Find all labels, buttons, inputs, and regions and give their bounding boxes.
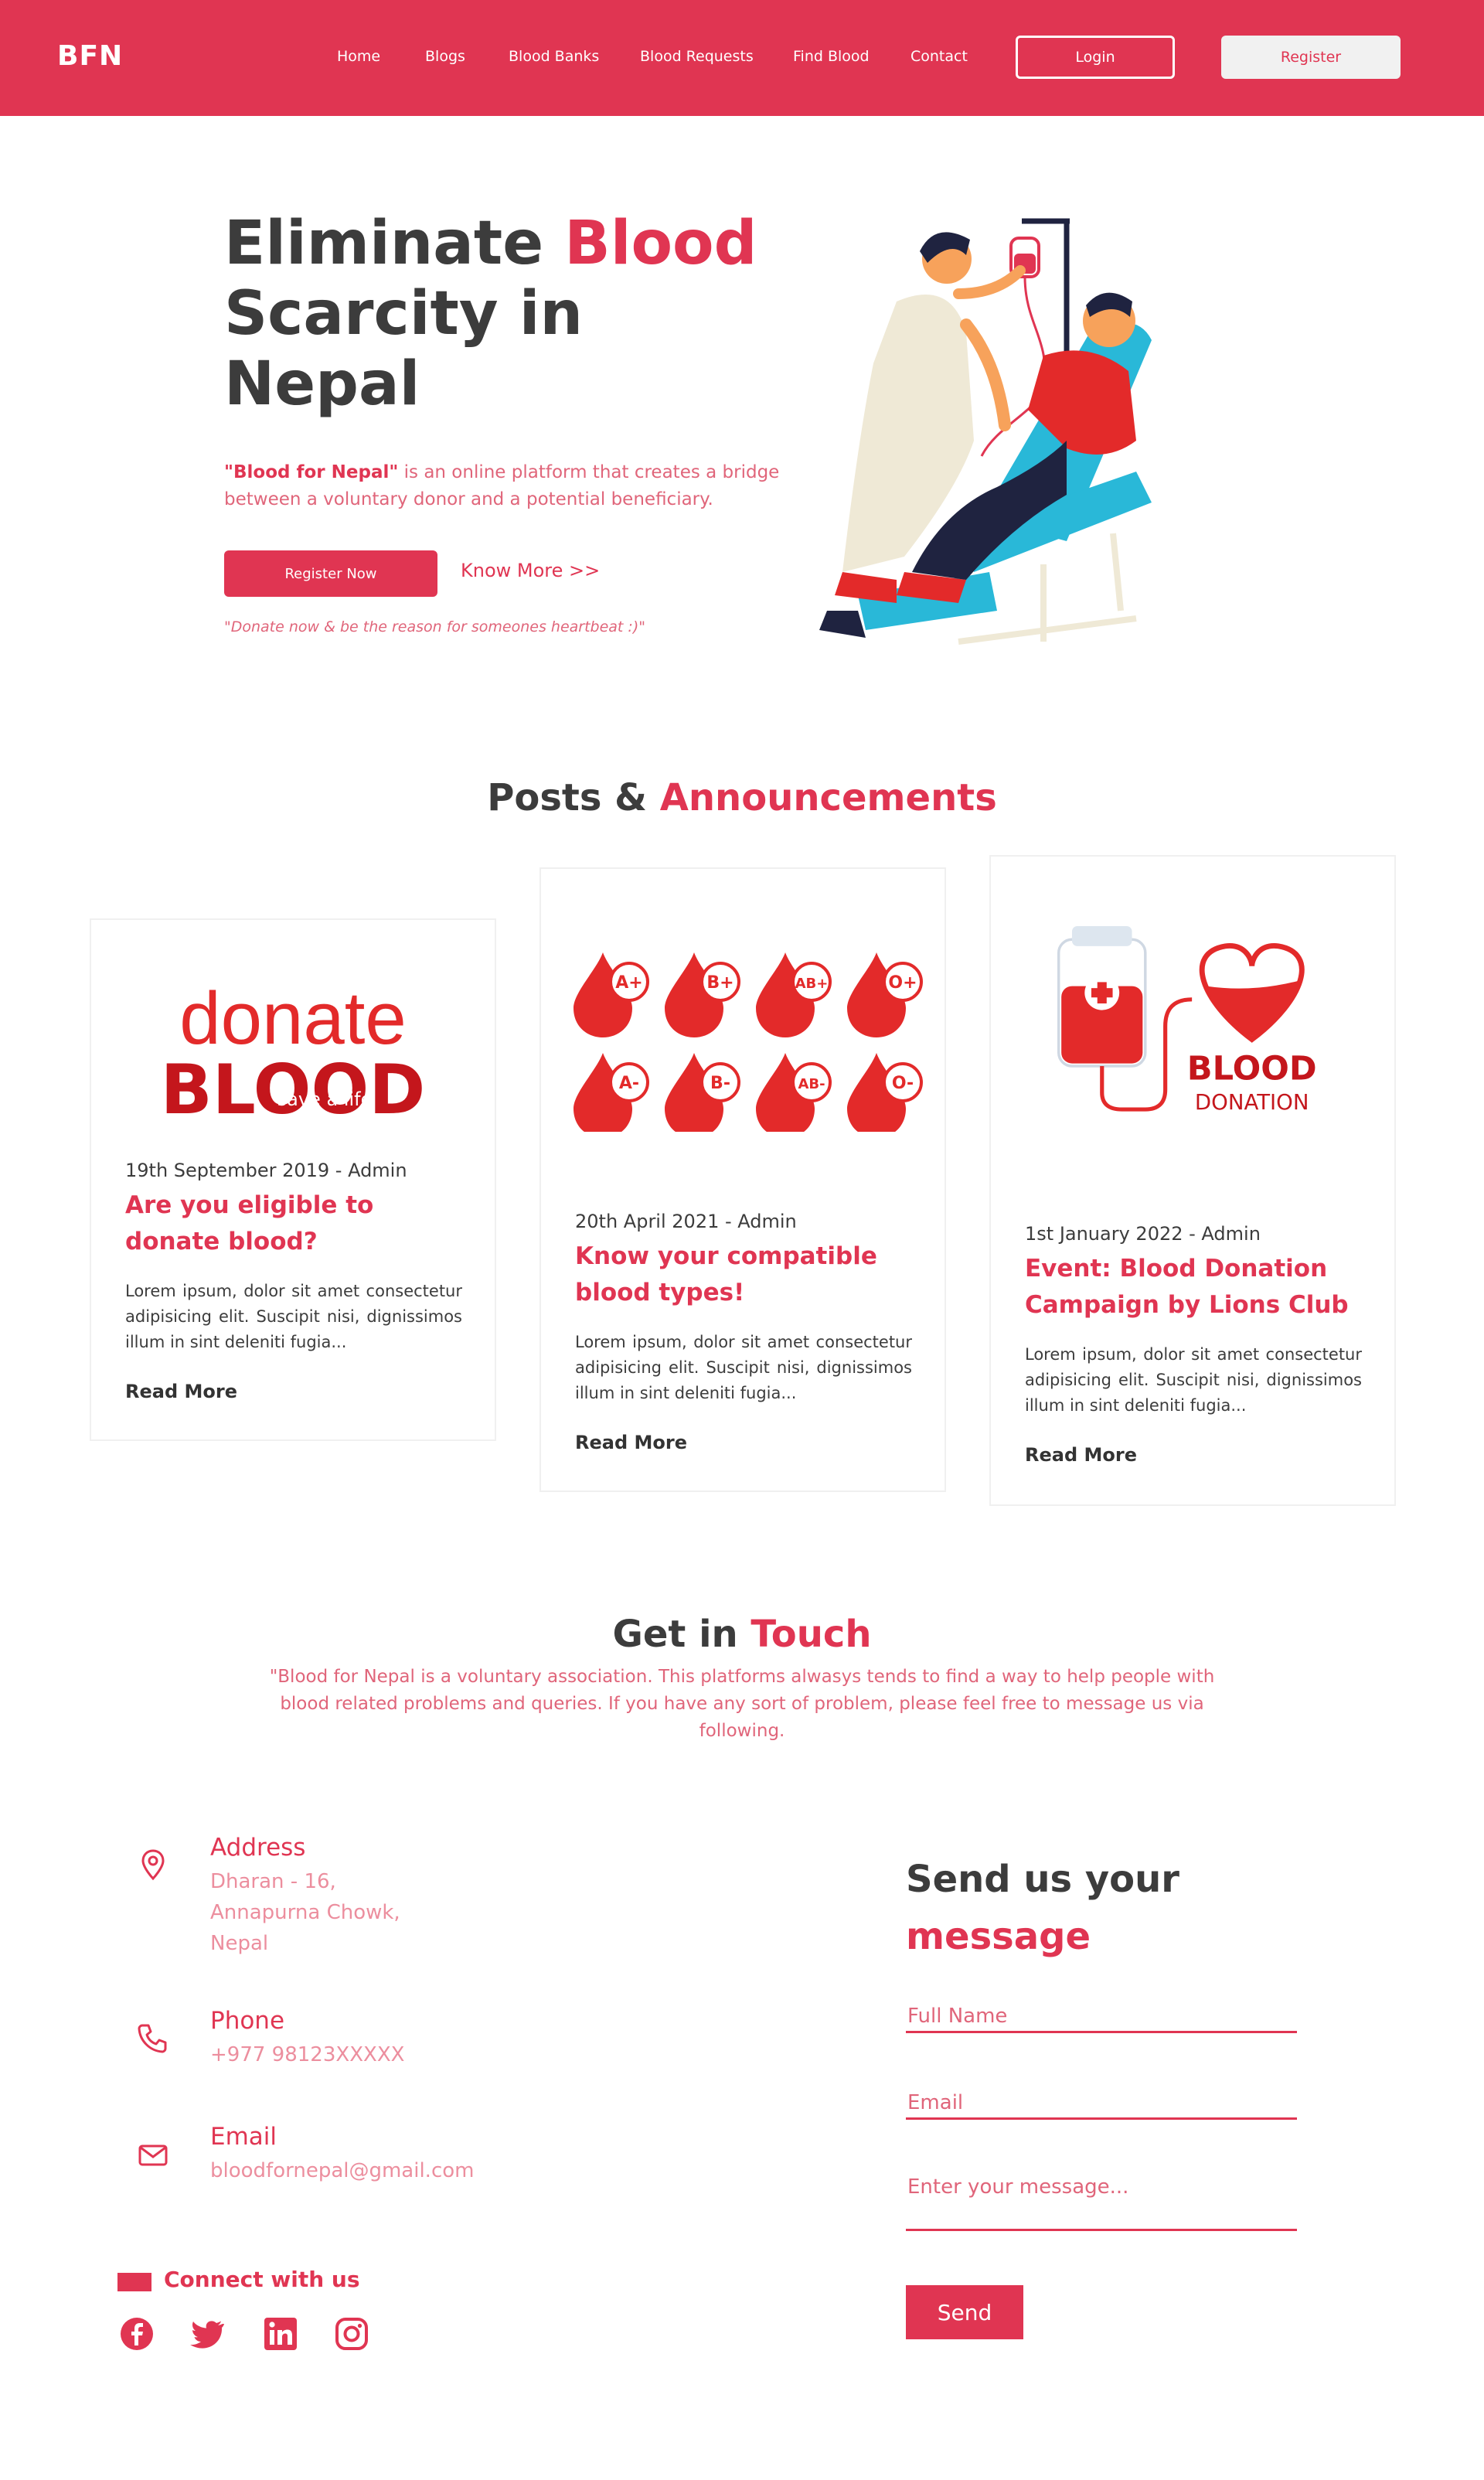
- connect-label: Connect with us: [164, 2267, 360, 2292]
- read-more-link[interactable]: Read More: [1025, 1444, 1137, 1466]
- post-meta: 1st January 2022 - Admin: [1025, 1223, 1261, 1245]
- contact-section-title: Get in Touch: [0, 1613, 1484, 1656]
- blood-group-label: O-: [892, 1074, 914, 1093]
- posts-title-accent: Announcements: [659, 776, 997, 819]
- post-title[interactable]: Are you eligible to donate blood?: [125, 1187, 473, 1260]
- posts-title-part1: Posts &: [487, 776, 660, 819]
- blood-group-label: AB+: [795, 976, 829, 992]
- read-more-link[interactable]: Read More: [575, 1432, 687, 1453]
- post-excerpt: Lorem ipsum, dolor sit amet consectetur …: [125, 1282, 462, 1351]
- post-excerpt: Lorem ipsum, dolor sit amet consectetur …: [575, 1333, 912, 1402]
- email-label: Email: [210, 2123, 277, 2151]
- register-button[interactable]: Register: [1221, 36, 1401, 79]
- know-more-link[interactable]: Know More >>: [461, 560, 600, 581]
- blood-group-label: A-: [619, 1074, 639, 1093]
- email-value[interactable]: bloodfornepal@gmail.com: [210, 2155, 474, 2186]
- facebook-icon[interactable]: [119, 2316, 155, 2352]
- image-text-donate: donate: [179, 977, 407, 1060]
- post-card[interactable]: A+ B+ AB+ O+ A- B- AB- O- 20th April 2021 - Adm…: [539, 867, 946, 1492]
- location-pin-icon: [141, 1849, 165, 1881]
- hero-description-brand: "Blood for Nepal": [224, 462, 399, 482]
- address-line-3: Nepal: [210, 1932, 269, 1955]
- posts-section-title: Posts & Announcements: [0, 776, 1484, 819]
- phone-value[interactable]: +977 98123XXXXX: [210, 2039, 404, 2070]
- form-title: Send us your message: [906, 1851, 1179, 1965]
- hero-title: Eliminate Blood Scarcity in Nepal: [224, 209, 765, 420]
- post-meta: 19th September 2019 - Admin: [125, 1160, 407, 1181]
- blood-donation-image: BLOOD DONATION: [1057, 926, 1317, 1115]
- image-text-save-a-life: save a life: [277, 1088, 373, 1110]
- full-name-placeholder: Full Name: [907, 2005, 1008, 2028]
- post-meta: 20th April 2021 - Admin: [575, 1211, 797, 1232]
- nav-link-contact[interactable]: Contact: [910, 48, 968, 65]
- post-title[interactable]: Event: Blood Donation Campaign by Lions …: [1025, 1251, 1373, 1323]
- form-title-accent: message: [906, 1915, 1091, 1958]
- phone-label: Phone: [210, 2007, 285, 2035]
- nav-link-blood-banks[interactable]: Blood Banks: [509, 48, 599, 65]
- full-name-field[interactable]: Full Name: [906, 1998, 1297, 2033]
- brand-logo[interactable]: BFN: [57, 40, 123, 72]
- image-text-blood: BLOOD: [1187, 1049, 1317, 1088]
- mail-icon: [138, 2144, 168, 2166]
- send-button[interactable]: Send: [906, 2285, 1023, 2339]
- hero-title-part2: Scarcity in Nepal: [224, 279, 584, 419]
- linkedin-icon[interactable]: [263, 2316, 298, 2352]
- blood-group-label: A+: [615, 973, 642, 993]
- contact-description: "Blood for Nepal is a voluntary associat…: [269, 1667, 1215, 1741]
- message-placeholder: Enter your message...: [907, 2175, 1129, 2199]
- address-label: Address: [210, 1834, 306, 1862]
- blood-group-label: AB-: [798, 1076, 825, 1092]
- message-field[interactable]: Enter your message...: [906, 2165, 1297, 2231]
- nav-link-blood-requests[interactable]: Blood Requests: [640, 48, 754, 65]
- blood-group-label: B-: [710, 1074, 730, 1093]
- blood-donation-illustration: [819, 218, 1152, 645]
- hero-description: "Blood for Nepal" is an online platform …: [224, 459, 796, 513]
- hero-title-accent: Blood: [564, 209, 757, 278]
- blood-types-image: A+ B+ AB+ O+ A- B- AB- O-: [574, 952, 923, 1132]
- post-card[interactable]: BLOOD DONATION 1st January 2022 - Admin …: [989, 855, 1396, 1506]
- blood-group-label: B+: [706, 973, 733, 993]
- hero-title-part1: Eliminate: [224, 209, 565, 278]
- nav-link-blogs[interactable]: Blogs: [425, 48, 465, 65]
- top-navbar: BFN Home Blogs Blood Banks Blood Request…: [0, 0, 1484, 116]
- instagram-icon[interactable]: [334, 2316, 369, 2352]
- form-title-part1: Send us your: [906, 1858, 1179, 1901]
- blood-group-label: O+: [888, 973, 917, 993]
- email-field[interactable]: Email: [906, 2084, 1297, 2120]
- connect-accent-bar: [117, 2273, 151, 2291]
- post-title[interactable]: Know your compatible blood types!: [575, 1238, 923, 1311]
- register-now-button[interactable]: Register Now: [224, 550, 437, 597]
- donate-blood-image: donate BLOOD save a life: [161, 977, 426, 1129]
- login-button[interactable]: Login: [1016, 36, 1175, 79]
- twitter-icon[interactable]: [190, 2316, 226, 2352]
- read-more-link[interactable]: Read More: [125, 1381, 237, 1402]
- phone-icon: [138, 2024, 167, 2053]
- nav-link-home[interactable]: Home: [337, 48, 380, 65]
- post-excerpt: Lorem ipsum, dolor sit amet consectetur …: [1025, 1345, 1362, 1415]
- contact-title-part1: Get in: [612, 1613, 751, 1656]
- email-placeholder: Email: [907, 2091, 964, 2114]
- nav-link-find-blood[interactable]: Find Blood: [793, 48, 870, 65]
- address-line-1: Dharan - 16,: [210, 1870, 336, 1893]
- image-text-donation: DONATION: [1195, 1089, 1309, 1115]
- contact-title-accent: Touch: [751, 1613, 872, 1656]
- hero-tagline: "Donate now & be the reason for someones…: [224, 618, 645, 635]
- post-card[interactable]: donate BLOOD save a life 19th September …: [90, 918, 496, 1441]
- address-line-2: Annapurna Chowk,: [210, 1901, 400, 1924]
- blood-type-drops: A+ B+ AB+ O+ A- B- AB- O-: [574, 952, 923, 1132]
